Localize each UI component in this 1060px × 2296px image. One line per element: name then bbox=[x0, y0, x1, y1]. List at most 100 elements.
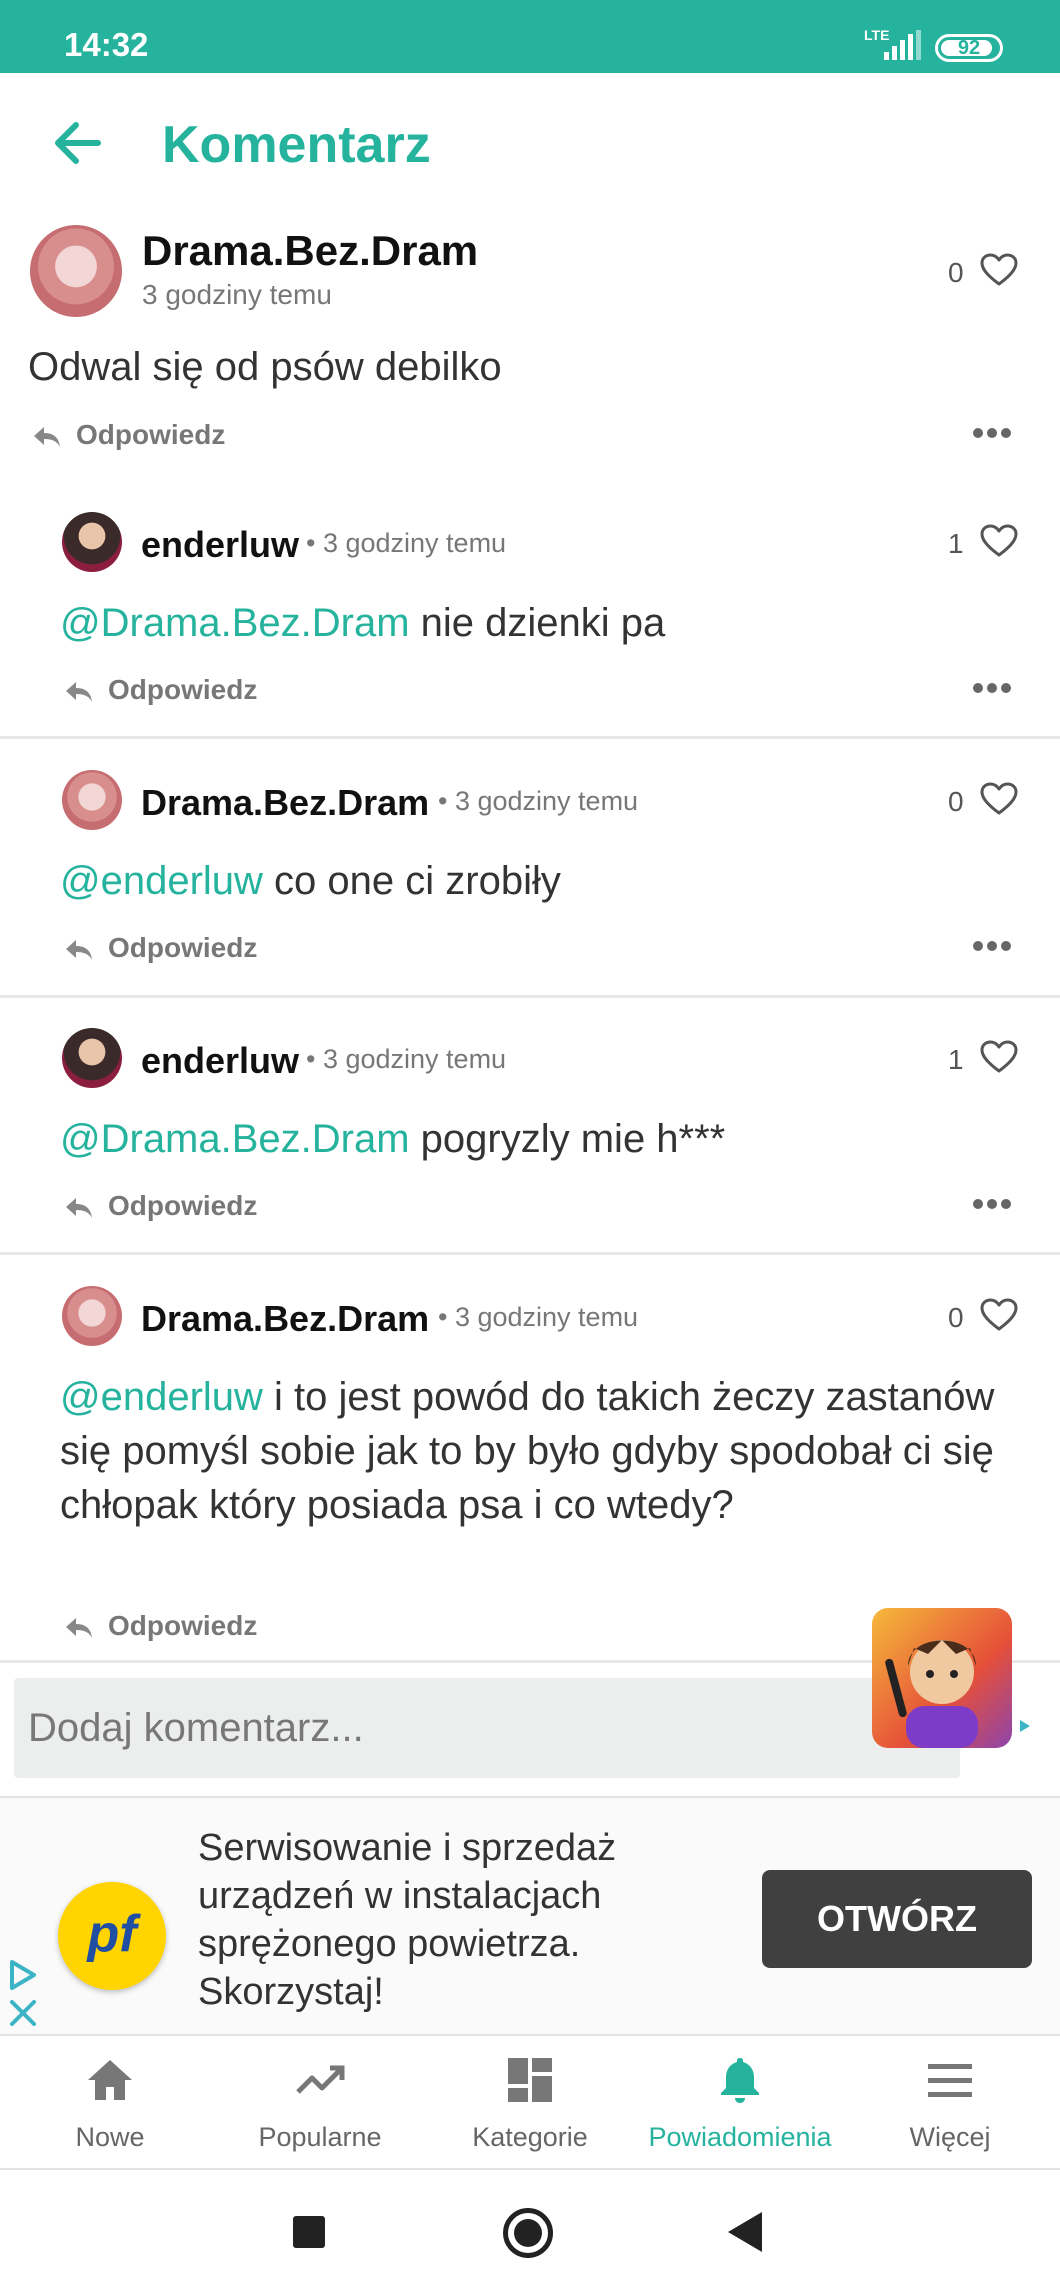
comment-input-placeholder: Dodaj komentarz... bbox=[28, 1706, 364, 1750]
home-icon bbox=[88, 2060, 132, 2100]
avatar[interactable] bbox=[62, 770, 122, 830]
reply-comment: enderluw • 3 godziny temu 1 @Drama.Bez.D… bbox=[0, 502, 1060, 734]
mention-link[interactable]: @Drama.Bez.Dram bbox=[60, 1117, 410, 1161]
main-comment: Drama.Bez.Dram 3 godziny temu 0 Odwal si… bbox=[0, 213, 1060, 465]
signal-icon bbox=[884, 30, 921, 60]
comment-time-text: 3 godziny temu bbox=[454, 1302, 639, 1332]
recents-icon[interactable] bbox=[293, 2216, 325, 2248]
trending-icon bbox=[296, 2065, 345, 2094]
reply-comment: Drama.Bez.Dram • 3 godziny temu 0 @ender… bbox=[0, 760, 1060, 992]
status-time: 14:32 bbox=[64, 26, 149, 63]
nav-label: Kategorie bbox=[472, 2122, 588, 2152]
nav-item-wiecej[interactable]: Więcej bbox=[844, 2038, 1056, 2170]
heart-icon[interactable] bbox=[980, 524, 1018, 558]
ad-banner[interactable]: pf Serwisowanie i sprzedaż urządzeń w in… bbox=[0, 1796, 1060, 2036]
comment-time: • 3 godziny temu bbox=[438, 1302, 638, 1333]
ad-choices-icon[interactable] bbox=[6, 1958, 40, 2028]
reply-button[interactable]: Odpowiedz bbox=[32, 419, 225, 451]
like-count: 1 bbox=[948, 1044, 964, 1075]
more-options-icon[interactable] bbox=[972, 1198, 1012, 1210]
comment-text: @enderluw i to jest powód do takich żecz… bbox=[60, 1370, 1000, 1532]
system-navigation bbox=[0, 2172, 1060, 2296]
reply-label: Odpowiedz bbox=[108, 674, 258, 705]
like-count: 0 bbox=[948, 786, 964, 817]
comment-time: • 3 godziny temu bbox=[306, 528, 506, 559]
like-count: 0 bbox=[948, 1302, 964, 1333]
mention-link[interactable]: @enderluw bbox=[60, 859, 263, 903]
ad-text: Serwisowanie i sprzedaż urządzeń w insta… bbox=[198, 1827, 617, 2013]
promo-sticker[interactable] bbox=[872, 1608, 1012, 1748]
comment-author[interactable]: Drama.Bez.Dram bbox=[142, 227, 478, 275]
comment-time: • 3 godziny temu bbox=[438, 786, 638, 817]
heart-icon[interactable] bbox=[980, 253, 1018, 287]
reply-button[interactable]: Odpowiedz bbox=[64, 1190, 257, 1222]
heart-icon[interactable] bbox=[980, 1040, 1018, 1074]
comment-text: Odwal się od psów debilko bbox=[28, 345, 502, 389]
reply-label: Odpowiedz bbox=[108, 1610, 258, 1641]
comment-text: @enderluw co one ci zrobiły bbox=[60, 854, 561, 908]
more-options-icon[interactable] bbox=[972, 427, 1012, 439]
mention-link[interactable]: @enderluw bbox=[60, 1375, 263, 1419]
page-title: Komentarz bbox=[162, 116, 431, 174]
ad-play-icon bbox=[1020, 1720, 1030, 1732]
battery-indicator: 92 bbox=[935, 34, 1003, 62]
ad-logo: pf bbox=[58, 1882, 166, 1990]
character-illustration bbox=[885, 1640, 978, 1748]
reply-button[interactable]: Odpowiedz bbox=[64, 932, 257, 964]
comment-time: 3 godziny temu bbox=[142, 279, 332, 310]
menu-icon bbox=[928, 2064, 972, 2097]
nav-label: Powiadomienia bbox=[648, 2122, 832, 2152]
comment-author[interactable]: Drama.Bez.Dram bbox=[141, 1298, 429, 1340]
comment-time-text: 3 godziny temu bbox=[454, 786, 639, 816]
reply-icon bbox=[66, 939, 92, 960]
home-button-icon[interactable] bbox=[503, 2208, 553, 2258]
more-options-icon[interactable] bbox=[972, 682, 1012, 694]
nav-label: Więcej bbox=[909, 2122, 991, 2152]
divider bbox=[0, 995, 1060, 998]
comment-author[interactable]: Drama.Bez.Dram bbox=[141, 782, 429, 824]
comment-time: • 3 godziny temu bbox=[306, 1044, 506, 1075]
mention-link[interactable]: @Drama.Bez.Dram bbox=[60, 601, 410, 645]
nav-item-powiadomienia[interactable]: Powiadomienia bbox=[634, 2038, 846, 2170]
reply-button[interactable]: Odpowiedz bbox=[64, 674, 257, 706]
reply-comment: enderluw • 3 godziny temu 1 @Drama.Bez.D… bbox=[0, 1018, 1060, 1250]
reply-label: Odpowiedz bbox=[76, 419, 226, 450]
back-icon[interactable] bbox=[728, 2212, 762, 2252]
dashboard-icon bbox=[508, 2058, 552, 2102]
reply-button[interactable]: Odpowiedz bbox=[64, 1610, 257, 1642]
nav-item-kategorie[interactable]: Kategorie bbox=[424, 2038, 636, 2170]
avatar[interactable] bbox=[62, 1028, 122, 1088]
avatar[interactable] bbox=[62, 512, 122, 572]
app-bar: Komentarz bbox=[0, 73, 1060, 213]
divider bbox=[0, 736, 1060, 739]
nav-item-popularne[interactable]: Popularne bbox=[214, 2038, 426, 2170]
nav-item-nowe[interactable]: Nowe bbox=[4, 2038, 216, 2170]
like-count: 1 bbox=[948, 528, 964, 559]
meta-separator: • bbox=[438, 1302, 448, 1332]
comment-input[interactable]: Dodaj komentarz... bbox=[14, 1678, 960, 1778]
meta-separator: • bbox=[438, 786, 448, 816]
heart-icon[interactable] bbox=[980, 1298, 1018, 1332]
more-options-icon[interactable] bbox=[972, 940, 1012, 952]
bottom-navigation: Nowe Popularne Kategorie Powiadomienia W… bbox=[0, 2038, 1060, 2170]
comment-author[interactable]: enderluw bbox=[141, 1040, 299, 1082]
comment-text: @Drama.Bez.Dram pogryzly mie h*** bbox=[60, 1112, 725, 1166]
comment-time-text: 3 godziny temu bbox=[322, 1044, 507, 1074]
meta-separator: • bbox=[306, 1044, 316, 1074]
reply-icon bbox=[66, 1197, 92, 1218]
reply-icon bbox=[66, 681, 92, 702]
meta-separator: • bbox=[306, 528, 316, 558]
reply-icon bbox=[66, 1617, 92, 1638]
comment-text: @Drama.Bez.Dram nie dzienki pa bbox=[60, 596, 665, 650]
heart-icon[interactable] bbox=[980, 782, 1018, 816]
status-bar: 14:32 LTE 92 bbox=[0, 0, 1060, 73]
comment-body: pogryzly mie h*** bbox=[409, 1117, 726, 1161]
avatar[interactable] bbox=[62, 1286, 122, 1346]
ad-open-button[interactable]: OTWÓRZ bbox=[762, 1870, 1032, 1968]
back-arrow-icon[interactable] bbox=[48, 113, 108, 173]
comment-author[interactable]: enderluw bbox=[141, 524, 299, 566]
bell-icon bbox=[721, 2058, 759, 2103]
avatar[interactable] bbox=[30, 225, 122, 317]
reply-label: Odpowiedz bbox=[108, 932, 258, 963]
comment-time-text: 3 godziny temu bbox=[322, 528, 507, 558]
